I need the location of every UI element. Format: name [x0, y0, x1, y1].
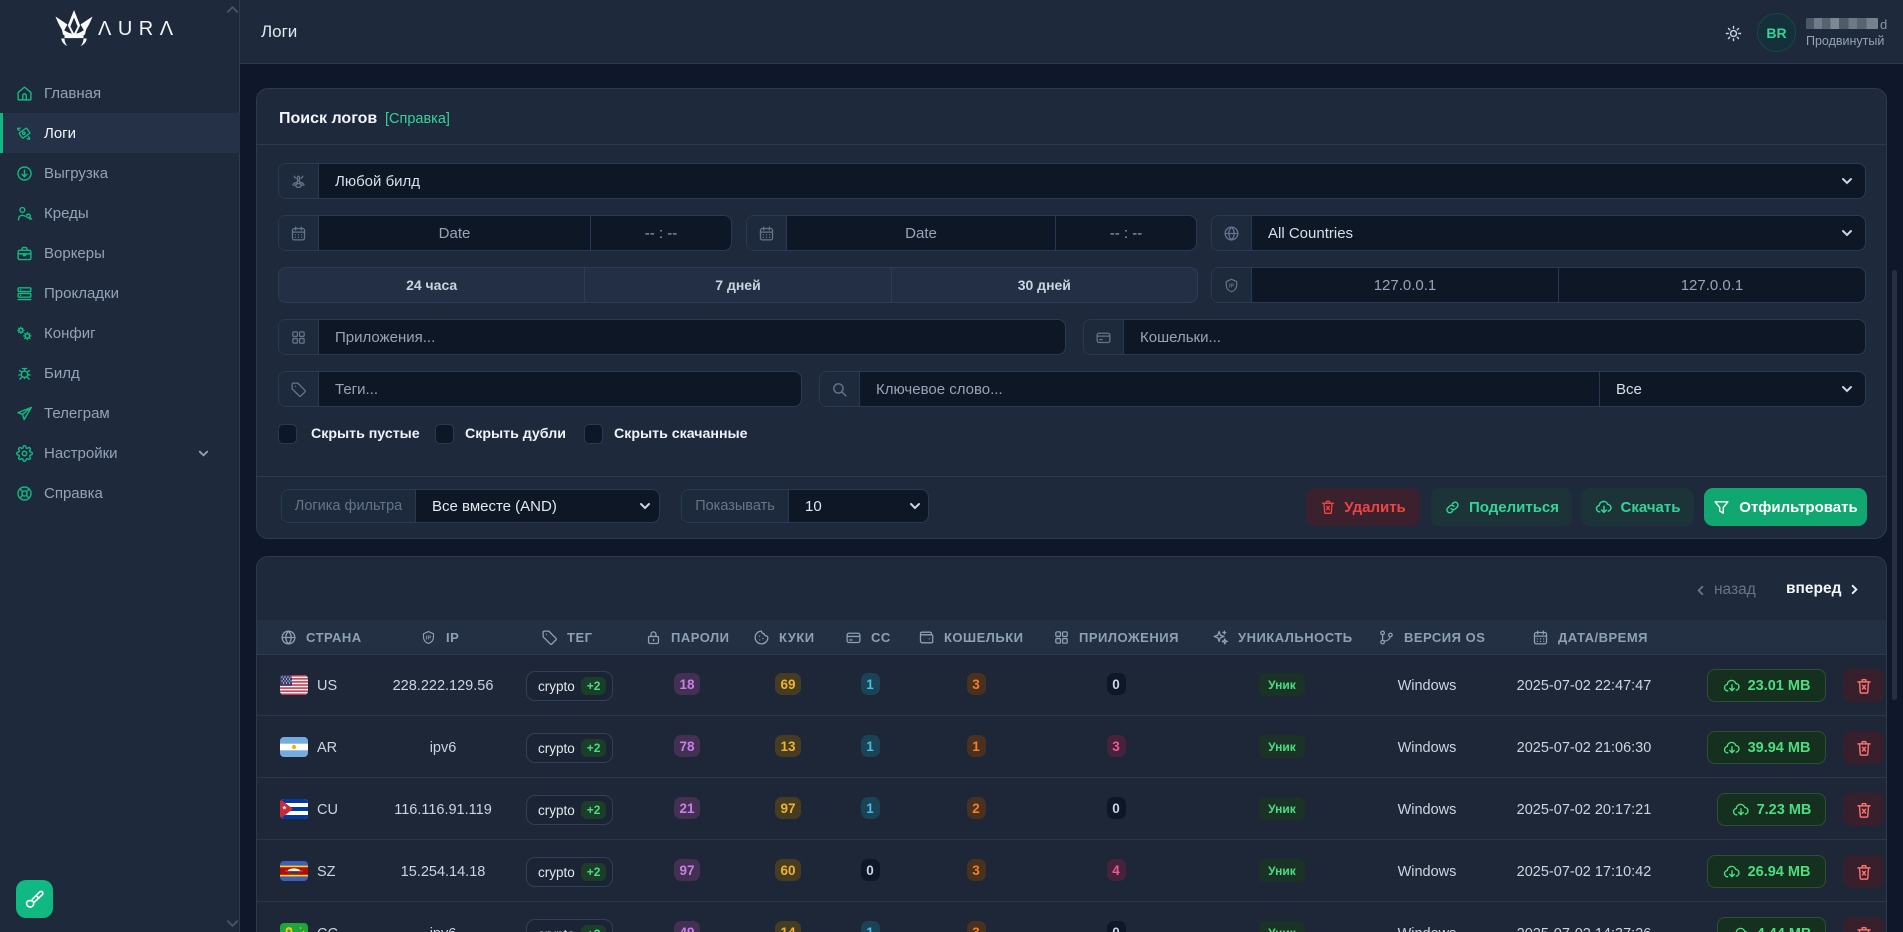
- svg-text:IP: IP: [1229, 283, 1234, 289]
- svg-text:IP: IP: [426, 635, 432, 641]
